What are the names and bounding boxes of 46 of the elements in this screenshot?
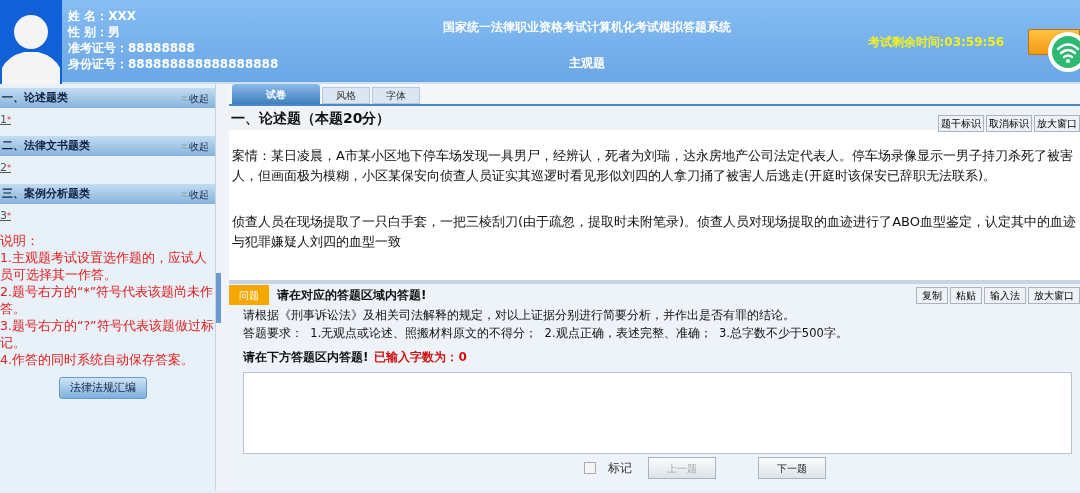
note-text: 4.作答的同时系统自动保存答案。 [0,351,195,368]
candidate-name: 姓 名：XXX [68,8,137,24]
note-text: 3.题号右方的“?”符号代表该题做过标记。 [0,317,215,351]
character-count: 已输入字数为：0 [374,349,467,366]
answer-area-label: 请在下方答题区内答题! [243,349,369,366]
toolbar-button[interactable]: 复制 [916,286,948,304]
toolbar-button[interactable]: 放大窗口 [1028,286,1080,304]
question-link[interactable]: 2* [0,156,11,180]
mark-label: 标记 [607,460,632,477]
category-header[interactable]: 一、论述题类 收起 [0,88,215,108]
wifi-icon[interactable] [1046,30,1080,74]
toolbar-button[interactable]: 取消标识 [986,115,1032,132]
tab[interactable]: 字体 [372,87,420,104]
candidate-gender: 性 别：男 [68,24,122,40]
mark-checkbox[interactable] [583,462,596,474]
question-link[interactable]: 1* [0,108,11,132]
note-text: 1.主观题考试设置选作题的，应试人员可选择其一作答。 [0,249,208,283]
note-text: 2.题号右方的“*”符号代表该题尚未作答。 [0,283,215,317]
collapse-icon [181,191,187,197]
splitter-handle[interactable] [216,272,221,323]
id-number: 身份证号：888888888888888888 [68,56,280,72]
question-heading: 一、论述题（本题20分） [230,108,391,128]
answer-heading: 请在对应的答题区域内答题! [277,287,427,304]
exam-number: 准考证号：88888888 [68,40,196,56]
collapse-icon [181,95,187,101]
case-paragraph: 案情：某日凌晨，A市某小区地下停车场发现一具男尸，经辨认，死者为刘瑞，达永房地产公司法定代表人。停车场录像显示一男子持刀杀死了被害人，但画面极为模糊，小区某保安向侦查人员证实其巡逻时看见形似刘四的人拿刀捅了被害人后逃走(开庭时该保安已辞职无法联系)。 [232,147,1074,185]
note-text: 说明： [0,232,40,249]
next-question-button[interactable]: 下一题 [757,457,826,479]
toolbar-button[interactable]: 粘贴 [950,286,982,304]
answer-requirements: 答题要求： 1.无观点或论述、照搬材料原文的不得分； 2.观点正确，表述完整、准确； 3.总字数不少于500字。 [242,325,849,342]
section-subtitle: 主观题 [569,55,605,72]
question-badge: 问题 [229,285,269,305]
answer-field[interactable] [243,372,1072,454]
tab[interactable]: 风格 [322,87,370,104]
answer-prompt: 请根据《刑事诉讼法》及相关司法解释的规定，对以上证据分别进行简要分析，并作出是否有罪的结论。 [242,307,796,324]
system-title: 国家统一法律职业资格考试计算机化考试模拟答题系统 [443,19,731,36]
toolbar-button[interactable]: 输入法 [984,286,1026,304]
remaining-time: 考试剩余时间:03:59:56 [867,34,1004,51]
category-header[interactable]: 二、法律文书题类 收起 [0,136,215,156]
law-collection-button[interactable]: 法律法规汇编 [58,377,147,399]
collapse-icon [181,143,187,149]
toolbar-button[interactable]: 放大窗口 [1034,115,1080,132]
question-link[interactable]: 3* [0,204,11,228]
case-paragraph: 侦查人员在现场提取了一只白手套，一把三棱刮刀(由于疏忽，提取时未附笔录)。侦查人员对现场提取的血迹进行了ABO血型鉴定，认定其中的血迹与犯罪嫌疑人刘四的血型一致 [232,213,1077,251]
toolbar-button[interactable]: 题干标识 [938,115,984,132]
category-header[interactable]: 三、案例分析题类 收起 [0,184,215,204]
